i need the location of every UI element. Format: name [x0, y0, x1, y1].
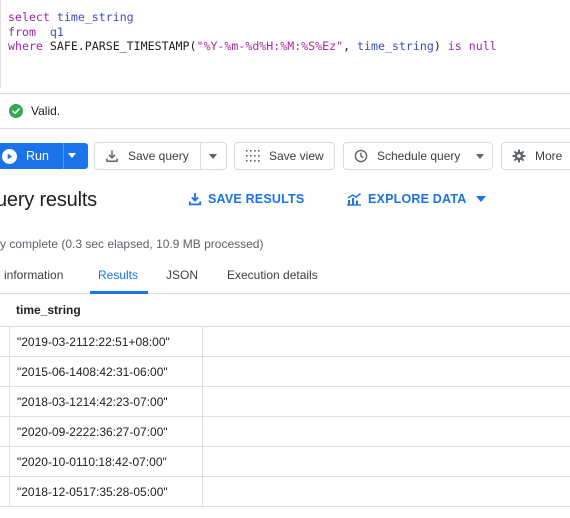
results-table: time_string "2019-03-2112:22:51+08:00" "… — [0, 294, 570, 507]
tab-execution-details[interactable]: Execution details — [227, 268, 318, 282]
table-row: "2019-03-2112:22:51+08:00" — [0, 327, 570, 357]
save-view-button[interactable]: Save view — [234, 142, 335, 170]
sql-code[interactable]: select time_string from q1 where SAFE.PARS… — [8, 10, 497, 54]
table-row: "2020-09-2222:36:27-07:00" — [0, 417, 570, 447]
table-header-row: time_string — [0, 294, 570, 327]
table-row: "2020-10-0110:18:42-07:00" — [0, 447, 570, 477]
save-view-label: Save view — [269, 149, 324, 163]
save-results-button[interactable]: SAVE RESULTS — [188, 192, 304, 206]
sql-close-paren: ) — [433, 39, 441, 53]
tab-results[interactable]: Results — [98, 268, 138, 282]
sql-keyword-where: where — [8, 39, 43, 53]
sql-line-1: select time_string — [8, 10, 497, 25]
sql-function: SAFE.PARSE_TIMESTAMP( — [49, 39, 197, 53]
table-cell[interactable]: "2018-12-0517:35:28-05:00" — [9, 477, 203, 506]
sql-line-2: from q1 — [8, 25, 497, 40]
table-cell[interactable]: "2020-10-0110:18:42-07:00" — [9, 447, 203, 476]
download-tray-icon — [188, 192, 202, 206]
validation-status: Valid. — [31, 104, 61, 118]
explore-data-dropdown-icon — [476, 196, 487, 202]
schedule-query-dropdown-icon — [476, 154, 484, 159]
play-icon — [2, 148, 17, 164]
save-results-label: SAVE RESULTS — [208, 192, 305, 206]
tab-job-information[interactable]: information — [4, 268, 63, 282]
sql-argument: time_string — [357, 39, 434, 53]
run-label: Run — [26, 149, 49, 163]
explore-data-label: EXPLORE DATA — [368, 192, 467, 206]
table-row: "2018-03-1214:42:23-07:00" — [0, 387, 570, 417]
run-button[interactable]: Run — [0, 143, 88, 169]
tab-json[interactable]: JSON — [166, 268, 198, 282]
query-toolbar: Run Save query Save view Schedule query … — [0, 142, 570, 170]
sql-comma: , — [343, 39, 358, 53]
results-tabs: information Results JSON Execution detai… — [0, 258, 570, 294]
more-label: More — [535, 149, 563, 163]
table-cell[interactable]: "2015-06-1408:42:31-06:00" — [9, 357, 203, 386]
chart-icon — [346, 192, 362, 206]
explore-data-button[interactable]: EXPLORE DATA — [346, 192, 487, 206]
save-query-divider — [200, 143, 201, 169]
table-row: "2018-12-0517:35:28-05:00" — [0, 477, 570, 507]
column-header-time-string[interactable]: time_string — [9, 303, 203, 317]
query-results-title: uery results — [0, 189, 97, 211]
sql-keyword-select: select — [8, 10, 50, 24]
validation-bar: Valid. — [0, 93, 570, 129]
save-query-button[interactable]: Save query — [94, 142, 227, 170]
sql-format-string: "%Y-%m-%d%H:%M:%S%Ez" — [196, 39, 344, 53]
run-divider — [63, 143, 64, 169]
more-button[interactable]: More — [501, 142, 570, 170]
check-circle-icon — [9, 104, 23, 118]
query-status-text: ry complete (0.3 sec elapsed, 10.9 MB pr… — [0, 237, 264, 251]
sql-line-3: where SAFE.PARSE_TIMESTAMP("%Y-%m-%d%H:%… — [8, 39, 497, 54]
table-cell[interactable]: "2018-03-1214:42:23-07:00" — [9, 387, 203, 416]
sql-identifier: time_string — [56, 10, 134, 24]
gear-icon — [512, 149, 526, 163]
sql-keyword-is-null: is null — [447, 39, 497, 53]
grid-view-icon — [245, 149, 260, 163]
sql-table-name: q1 — [49, 24, 64, 39]
sql-editor[interactable]: select time_string from q1 where SAFE.PARS… — [0, 0, 570, 88]
table-cell[interactable]: "2019-03-2112:22:51+08:00" — [9, 327, 203, 356]
table-cell[interactable]: "2020-09-2222:36:27-07:00" — [9, 417, 203, 446]
download-tray-icon — [105, 149, 119, 163]
run-options-dropdown-icon[interactable] — [68, 153, 76, 158]
table-row: "2015-06-1408:42:31-06:00" — [0, 357, 570, 387]
sql-keyword-from: from — [8, 24, 36, 39]
clock-icon — [354, 149, 368, 163]
save-query-dropdown-icon[interactable] — [209, 154, 217, 159]
schedule-query-label: Schedule query — [377, 149, 461, 163]
schedule-query-button[interactable]: Schedule query — [343, 142, 493, 170]
save-query-label: Save query — [128, 149, 189, 163]
